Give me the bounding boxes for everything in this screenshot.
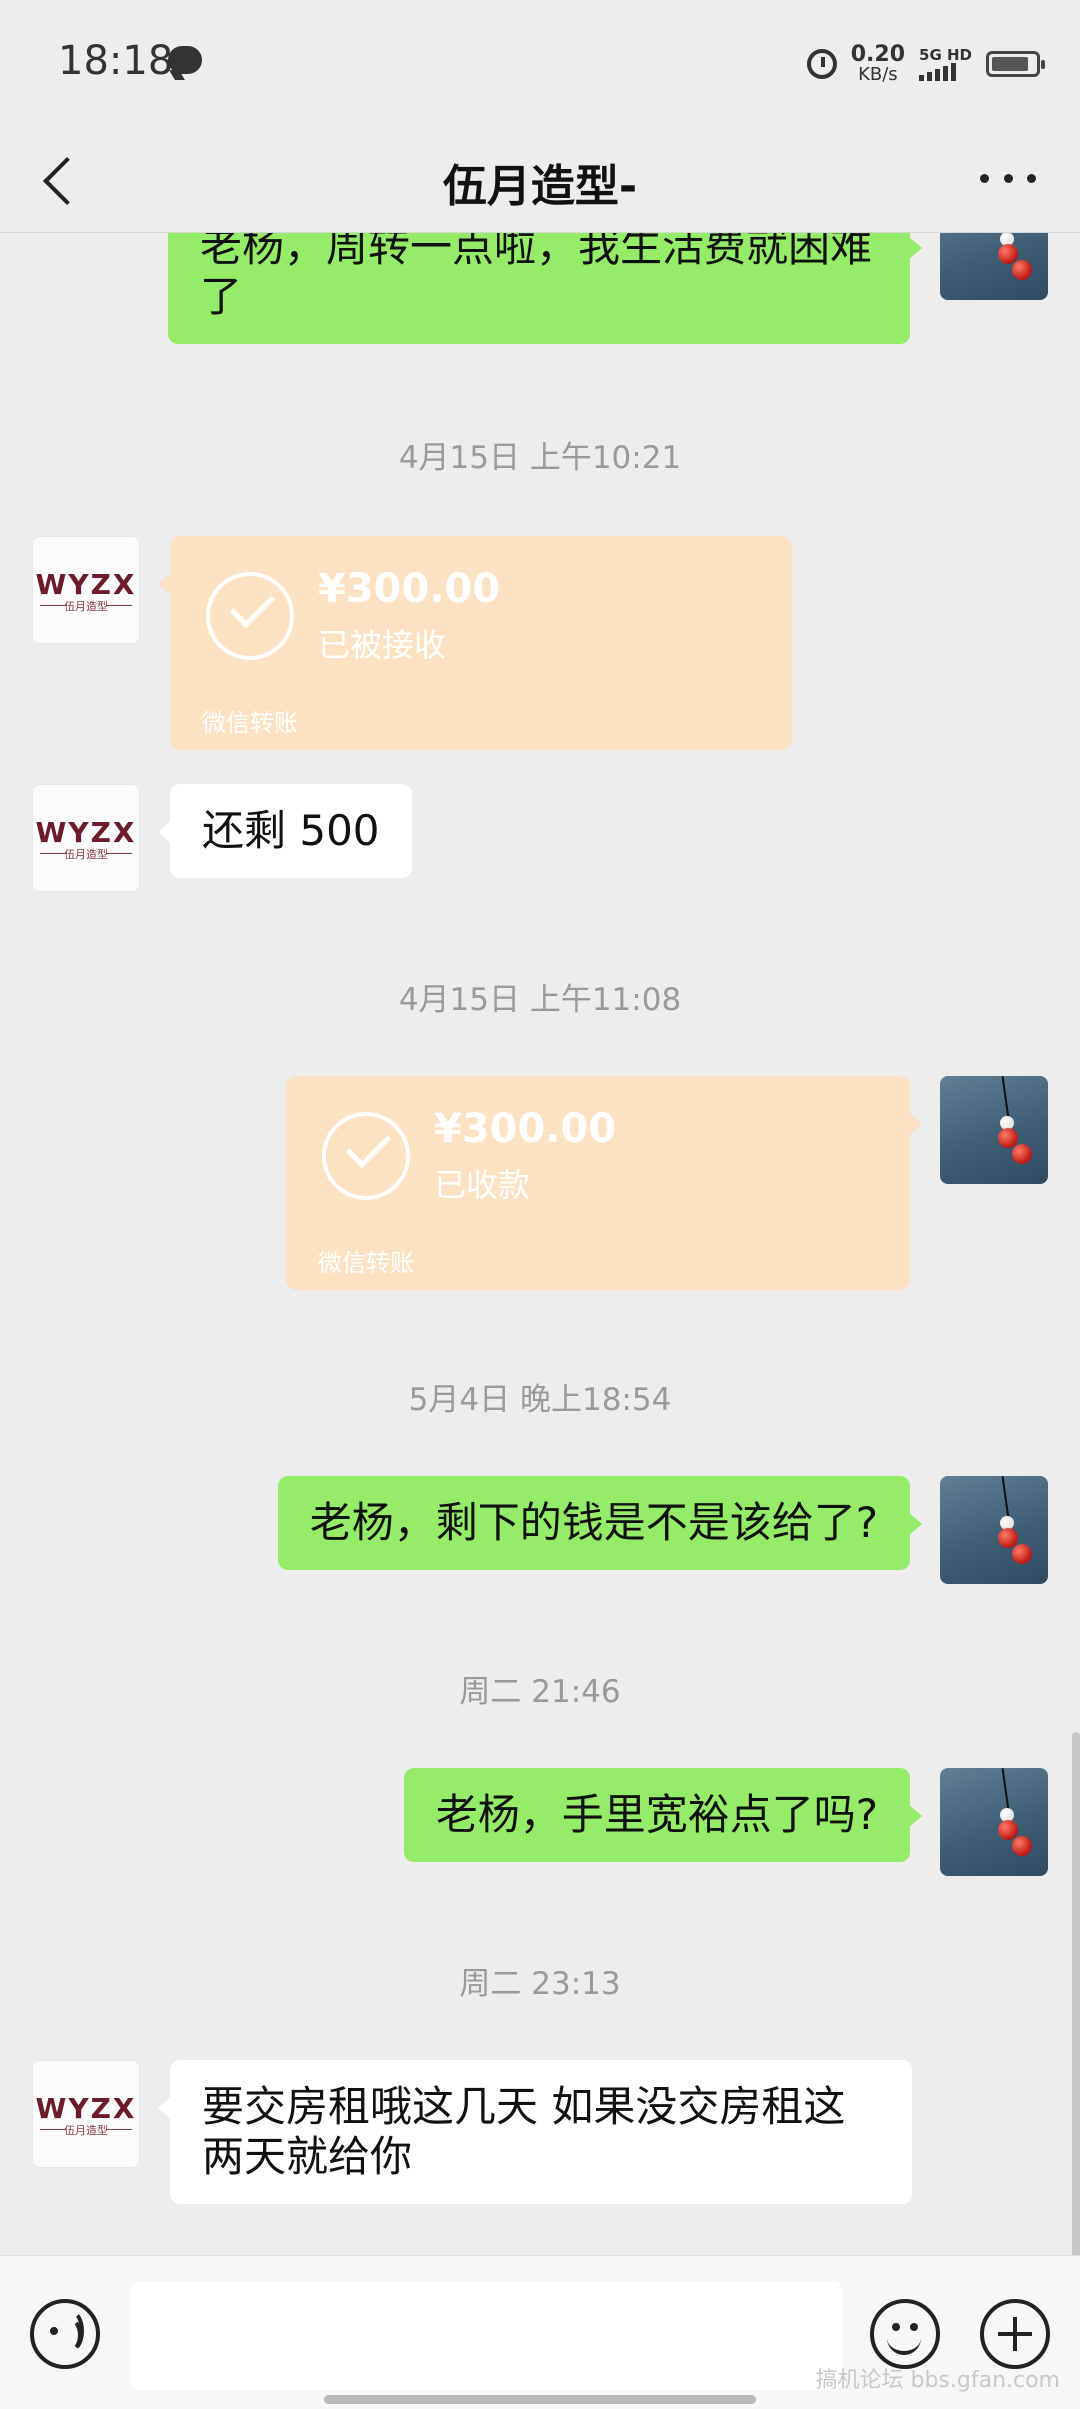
sent-message-bubble[interactable]: 老杨，手里宽裕点了吗? bbox=[403, 1768, 923, 1862]
status-bar: 18:18 0.20 KB/s 5G HD bbox=[0, 0, 1080, 130]
scrollbar[interactable] bbox=[1072, 1732, 1080, 2255]
watermark: 搞机论坛 bbs.gfan.com bbox=[815, 2368, 1061, 2393]
transfer-amount: ¥300.00 bbox=[434, 1106, 617, 1152]
transfer-status: 已被接收 bbox=[318, 626, 447, 664]
my-avatar[interactable] bbox=[940, 1076, 1048, 1184]
timestamp: 周二 21:46 bbox=[459, 1674, 621, 1710]
transfer-card[interactable]: ¥300.00 已被接收 微信转账 bbox=[158, 536, 792, 750]
transfer-amount: ¥300.00 bbox=[318, 566, 501, 612]
voice-input-icon[interactable] bbox=[30, 2299, 100, 2369]
contact-avatar[interactable]: WYZX 伍月造型 bbox=[32, 536, 140, 644]
contact-avatar[interactable]: WYZX 伍月造型 bbox=[32, 2060, 140, 2168]
transfer-card[interactable]: ¥300.00 已收款 微信转账 bbox=[286, 1076, 922, 1290]
received-message-bubble[interactable]: 还剩 500 bbox=[158, 784, 412, 878]
signal-indicator: 5G HD bbox=[919, 45, 972, 81]
transfer-status: 已收款 bbox=[434, 1166, 531, 1204]
avatar-logo-text: WYZX bbox=[35, 568, 137, 601]
avatar-logo-subtext: 伍月造型 bbox=[64, 600, 108, 613]
message-text: 老杨，周转一点啦，我生活费就困难了 bbox=[200, 232, 873, 321]
transfer-footer: 微信转账 bbox=[202, 709, 298, 737]
message-text: 老杨，手里宽裕点了吗? bbox=[435, 1790, 878, 1839]
avatar-logo-subtext: 伍月造型 bbox=[64, 2124, 108, 2137]
chat-header: 伍月造型- bbox=[0, 130, 1080, 233]
alarm-icon bbox=[806, 49, 837, 79]
sent-message-bubble[interactable]: 老杨，周转一点啦，我生活费就困难了 bbox=[168, 232, 922, 344]
plus-icon[interactable] bbox=[980, 2299, 1050, 2369]
my-avatar[interactable] bbox=[940, 1476, 1048, 1584]
timestamp: 4月15日 上午10:21 bbox=[398, 440, 682, 476]
status-icons: 0.20 KB/s 5G HD bbox=[806, 40, 1045, 88]
avatar-logo-text: WYZX bbox=[35, 816, 137, 849]
message-list[interactable]: 老杨，周转一点啦，我生活费就困难了 4月15日 上午10:21 WYZX 伍月造… bbox=[0, 232, 1080, 2255]
chat-title: 伍月造型- bbox=[442, 161, 638, 212]
received-message-bubble[interactable]: 要交房租哦这几天 如果没交房租这两天就给你 bbox=[158, 2060, 912, 2204]
check-circle-icon bbox=[206, 572, 294, 660]
message-notification-icon bbox=[168, 46, 202, 74]
network-speed-value: 0.20 bbox=[850, 42, 906, 67]
message-text: 老杨，剩下的钱是不是该给了? bbox=[309, 1498, 878, 1547]
timestamp: 周二 23:13 bbox=[459, 1966, 621, 2002]
check-circle-icon bbox=[322, 1112, 410, 1200]
timestamp: 4月15日 上午11:08 bbox=[398, 982, 682, 1018]
contact-avatar[interactable]: WYZX 伍月造型 bbox=[32, 784, 140, 892]
avatar-logo-text: WYZX bbox=[35, 2092, 137, 2125]
my-avatar[interactable] bbox=[940, 1768, 1048, 1876]
avatar-logo-subtext: 伍月造型 bbox=[64, 848, 108, 861]
my-avatar[interactable] bbox=[940, 232, 1048, 300]
network-speed: 0.20 KB/s bbox=[851, 44, 905, 84]
signal-bars-icon bbox=[919, 62, 972, 81]
sent-message-bubble[interactable]: 老杨，剩下的钱是不是该给了? bbox=[277, 1476, 923, 1570]
message-input[interactable] bbox=[130, 2281, 842, 2391]
home-indicator[interactable] bbox=[324, 2395, 756, 2404]
network-speed-unit: KB/s bbox=[858, 64, 898, 85]
message-text: 还剩 500 bbox=[202, 806, 380, 855]
transfer-footer: 微信转账 bbox=[318, 1249, 414, 1277]
message-text: 要交房租哦这几天 如果没交房租这两天就给你 bbox=[202, 2082, 846, 2181]
more-options-icon[interactable] bbox=[980, 168, 1036, 188]
battery-icon bbox=[986, 51, 1045, 77]
network-type: 5G HD bbox=[919, 45, 972, 64]
emoji-icon[interactable] bbox=[870, 2299, 940, 2369]
timestamp: 5月4日 晚上18:54 bbox=[408, 1382, 672, 1418]
status-time: 18:18 bbox=[58, 38, 174, 84]
